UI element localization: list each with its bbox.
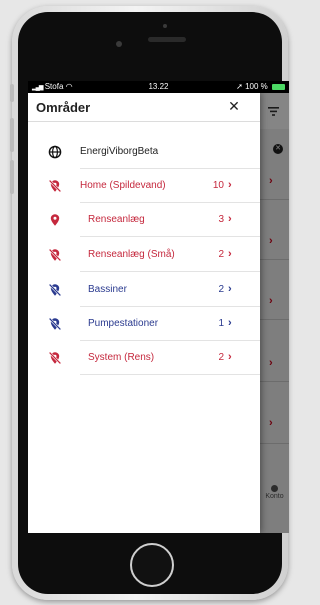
close-button[interactable]: ✕ [226,98,242,114]
area-item-label: Bassiner [88,284,127,295]
area-item-label: System (Rens) [88,352,155,363]
area-item-count: 10 [212,180,224,191]
chevron-right-icon: › [228,317,232,329]
row-divider [80,271,260,272]
row-divider [80,236,260,237]
globe-icon [48,145,62,159]
location-pin-icon [48,213,62,227]
volume-down-button [10,160,14,194]
area-item-label: Renseanlæg (Små) [88,249,175,260]
sensor-dot [163,24,167,28]
area-root-label: EnergiViborgBeta [80,146,159,157]
location-off-icon [48,317,62,331]
front-camera [116,41,122,47]
area-item-count: 2 [218,284,224,295]
row-divider [80,374,260,375]
area-item-label: Pumpestationer [88,318,159,329]
mute-switch [10,84,14,102]
location-arrow-icon: ➚ [236,82,243,91]
location-off-icon [48,248,62,262]
area-item-count: 2 [218,352,224,363]
chevron-right-icon: › [228,179,232,191]
area-item-label: Renseanlæg [88,214,145,225]
area-item[interactable]: Renseanlæg (Små) 2 › [28,238,260,272]
area-item[interactable]: Pumpestationer 1 › [28,307,260,341]
battery-icon [272,83,285,90]
area-item-count: 2 [218,249,224,260]
chevron-right-icon: › [228,213,232,225]
battery-label: 100 % [245,82,268,91]
area-item[interactable]: Home (Spildevand) 10 › [28,169,260,203]
area-item-count: 1 [218,318,224,329]
area-item[interactable]: System (Rens) 2 › [28,341,260,375]
areas-drawer: Områder ✕ EnergiViborgBeta Home (Spildev… [28,93,260,533]
area-item-label: Home (Spildevand) [80,180,166,191]
area-item[interactable]: Renseanlæg 3 › [28,203,260,237]
area-item[interactable]: Bassiner 2 › [28,273,260,307]
drawer-title: Områder [36,100,91,115]
volume-up-button [10,118,14,152]
location-off-icon [48,351,62,365]
chevron-right-icon: › [228,351,232,363]
area-item-count: 3 [218,214,224,225]
chevron-right-icon: › [228,283,232,295]
status-battery: ➚ 100 % [236,81,285,93]
home-button[interactable] [130,543,174,587]
location-off-icon [48,179,62,193]
chevron-right-icon: › [228,248,232,260]
drawer-divider [28,121,260,122]
status-bar: ▂▄▆ Stofa ◠ 13.22 ➚ 100 % [28,81,289,93]
earpiece-speaker [148,37,186,42]
area-root[interactable]: EnergiViborgBeta [28,135,260,169]
app-screen: ▂▄▆ Stofa ◠ 13.22 ➚ 100 % ✕ › › › › › Ko… [28,81,289,533]
location-off-icon [48,283,62,297]
